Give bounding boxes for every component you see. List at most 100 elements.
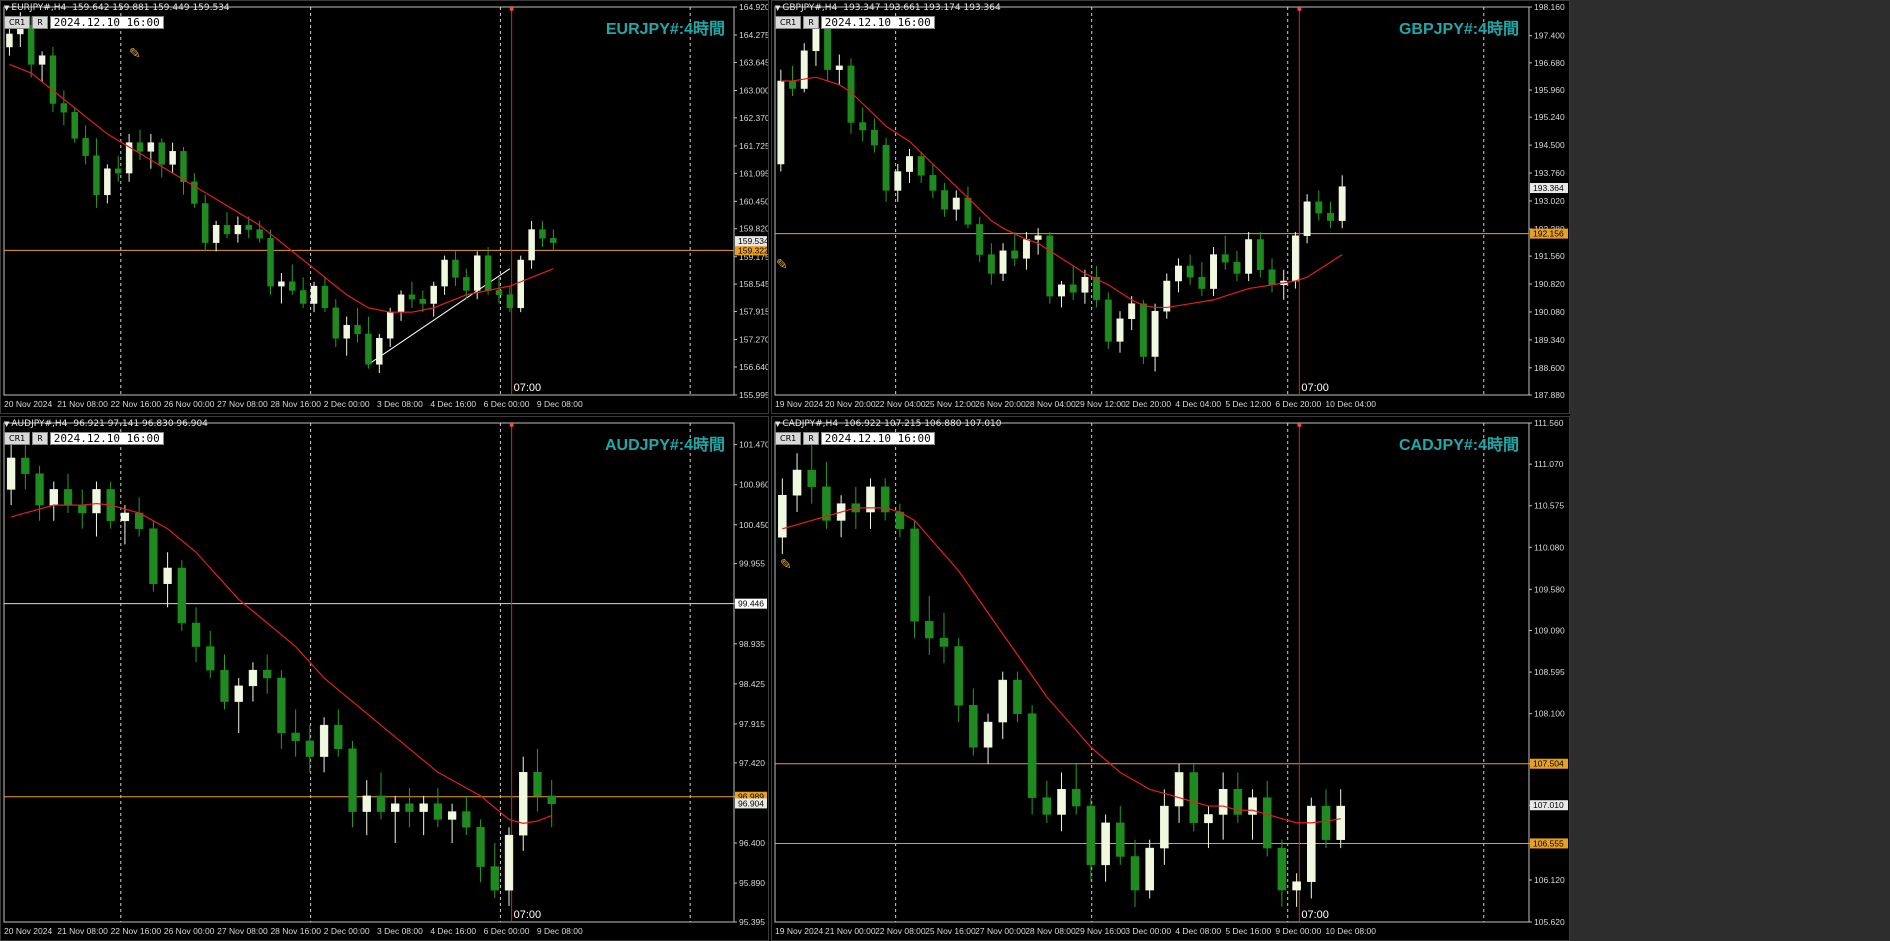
- cr1-badge[interactable]: CR1: [4, 16, 31, 29]
- candle: [547, 780, 556, 828]
- candle: [1204, 806, 1213, 849]
- candle-body: [789, 80, 797, 89]
- candle-body: [1338, 186, 1346, 221]
- candle-body: [1151, 310, 1159, 357]
- candle: [880, 478, 890, 521]
- candle: [248, 662, 258, 702]
- candle-body: [910, 528, 919, 622]
- candle-body: [376, 338, 383, 365]
- pencil-tool-icon[interactable]: ✎: [780, 557, 792, 573]
- badge-row: CR1 R 2024.12.10 16:00: [4, 16, 164, 29]
- candle: [1022, 231, 1030, 270]
- chart-title: CADJPY#:4時間: [1398, 437, 1519, 454]
- chart-panel-gbpjpy[interactable]: ▼ GBPJPY#,H4 193.347 193.661 193.174 193.3…: [771, 0, 1570, 414]
- y-axis-label: 161.725: [739, 141, 769, 151]
- candle: [983, 713, 993, 765]
- ohlc-values: 159.642 159.881 159.449 159.534: [72, 3, 230, 13]
- candle: [1262, 780, 1272, 857]
- candle-body: [964, 197, 972, 225]
- cr1-badge[interactable]: CR1: [4, 432, 31, 445]
- candle: [234, 678, 243, 734]
- candle-body: [263, 669, 272, 679]
- candle-body: [987, 254, 995, 274]
- candle-body: [93, 155, 100, 196]
- x-axis-label: 10 Dec 08:00: [1325, 926, 1376, 936]
- candle-body: [1042, 797, 1052, 815]
- chart-panel-audjpy[interactable]: ▼ AUDJPY#,H4 96.921 97.141 96.830 96.904 C…: [0, 416, 769, 941]
- x-axis-label: 27 Nov 08:00: [217, 926, 268, 936]
- x-axis-label: 22 Nov 16:00: [111, 926, 162, 936]
- current-price-tag: 193.364: [1533, 183, 1564, 193]
- chart-header: ▼ EURJPY#,H4 159.642 159.881 159.449 159.5…: [4, 3, 236, 13]
- candle-body: [180, 151, 187, 183]
- candle: [1160, 789, 1169, 865]
- y-axis-label: 111.560: [1534, 418, 1564, 428]
- candle: [1093, 265, 1101, 308]
- candle: [202, 194, 209, 252]
- y-axis-label: 101.470: [739, 440, 769, 450]
- candle-body: [490, 866, 499, 891]
- collapse-triangle-icon[interactable]: ▼: [775, 420, 780, 428]
- candle-body: [792, 469, 802, 496]
- chart-panel-eurjpy[interactable]: ▼ EURJPY#,H4 159.642 159.881 159.449 159.5…: [0, 0, 769, 414]
- candle-body: [1186, 265, 1194, 278]
- x-axis-label: 27 Nov 08:00: [217, 399, 268, 409]
- candle: [120, 505, 130, 545]
- candle: [267, 229, 274, 295]
- pencil-tool-icon[interactable]: ✎: [776, 257, 788, 273]
- candle: [1057, 772, 1066, 832]
- candle: [462, 795, 471, 836]
- candle: [134, 497, 144, 537]
- candle-body: [895, 511, 905, 530]
- candle-body: [267, 238, 274, 287]
- candle-body: [1116, 822, 1125, 857]
- candle: [1027, 705, 1037, 815]
- candle-body: [447, 811, 457, 820]
- candle-body: [206, 646, 215, 671]
- candle-body: [21, 457, 30, 474]
- line-price-tag: 159.322: [738, 245, 769, 255]
- r-badge[interactable]: R: [803, 432, 819, 445]
- candle-body: [1128, 303, 1136, 320]
- y-axis-label: 100.450: [739, 520, 769, 530]
- candle: [847, 58, 855, 134]
- cr1-badge[interactable]: CR1: [775, 432, 802, 445]
- current-price-tag: 96.904: [738, 798, 764, 808]
- candle-body: [1291, 235, 1299, 282]
- collapse-triangle-icon[interactable]: ▼: [4, 4, 9, 12]
- collapse-triangle-icon[interactable]: ▼: [4, 420, 9, 428]
- collapse-triangle-icon[interactable]: ▼: [775, 4, 780, 12]
- candle: [71, 107, 78, 143]
- candle: [528, 220, 535, 269]
- candle: [882, 137, 890, 202]
- candle-body: [289, 281, 296, 291]
- y-axis-label: 157.270: [739, 335, 769, 345]
- cr1-badge[interactable]: CR1: [775, 16, 802, 29]
- candle-body: [82, 138, 89, 156]
- x-axis-label: 21 Nov 08:00: [57, 399, 108, 409]
- candle-body: [859, 122, 867, 131]
- candle-body: [1307, 805, 1316, 882]
- candle: [1280, 269, 1288, 300]
- x-axis-label: 6 Dec 20:00: [1275, 399, 1321, 409]
- candle-body: [49, 55, 57, 104]
- candle-body: [473, 255, 481, 291]
- candle-body: [147, 142, 155, 152]
- chart-panel-cadjpy[interactable]: ▼ CADJPY#,H4 106.922 107.215 106.880 107.0…: [771, 416, 1570, 941]
- y-axis-label: 193.760: [1534, 168, 1565, 178]
- candle-body: [976, 224, 984, 255]
- r-badge[interactable]: R: [32, 432, 48, 445]
- y-axis-label: 197.400: [1534, 31, 1565, 41]
- y-axis-label: 106.120: [1534, 875, 1565, 885]
- candle-body: [1277, 847, 1287, 891]
- r-badge[interactable]: R: [803, 16, 819, 29]
- candle: [1139, 299, 1147, 365]
- candle-body: [906, 156, 913, 172]
- candle-body: [1204, 814, 1213, 824]
- candle: [999, 243, 1007, 282]
- r-badge[interactable]: R: [32, 16, 48, 29]
- candle-body: [1174, 772, 1184, 807]
- candle: [824, 20, 832, 81]
- candle: [1116, 806, 1125, 865]
- pencil-tool-icon[interactable]: ✎: [129, 46, 141, 62]
